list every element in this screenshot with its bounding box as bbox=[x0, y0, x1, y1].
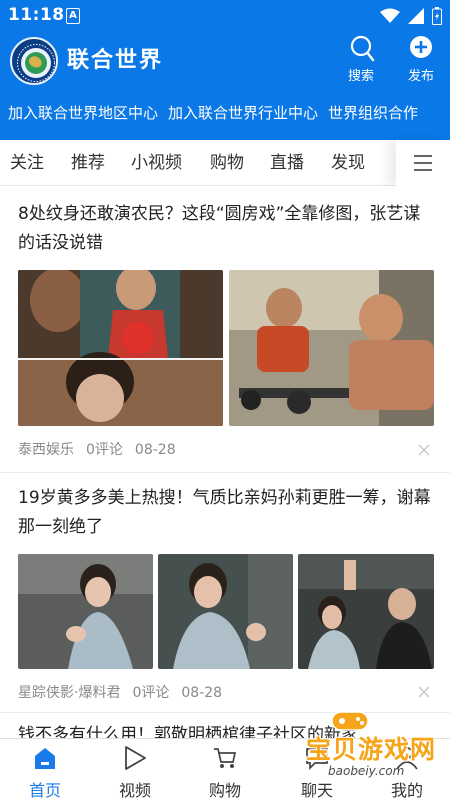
search-label: 搜索 bbox=[347, 69, 374, 84]
home-icon bbox=[35, 748, 55, 769]
nav-home[interactable]: 首页 bbox=[10, 739, 80, 800]
article-comments: 0评论 bbox=[132, 685, 170, 701]
channel-menu-button[interactable] bbox=[396, 140, 450, 186]
notification-icon: A bbox=[66, 8, 80, 24]
profile-icon bbox=[396, 747, 418, 770]
nav-shopping[interactable]: 购物 bbox=[190, 739, 260, 800]
tab-discover[interactable]: 发现 bbox=[331, 140, 365, 186]
article-image[interactable] bbox=[18, 554, 153, 669]
region-link-bar: 加入联合世界地区中心 加入联合世界行业中心 世界组织合作 bbox=[0, 96, 450, 130]
article-source[interactable]: 星踪侠影·爆料君 bbox=[18, 685, 120, 701]
nav-profile[interactable]: 我的 bbox=[372, 739, 442, 800]
bottom-navigation: 首页 视频 购物 聊天 我的 bbox=[0, 738, 450, 800]
app-logo bbox=[10, 37, 58, 85]
article-meta: 星踪侠影·爆料君 0评论 08-28 bbox=[18, 682, 234, 702]
tab-short-video[interactable]: 小视频 bbox=[131, 140, 182, 186]
article-title[interactable]: 19岁黄多多美上热搜！气质比亲妈孙莉更胜一筹，谢幕那一刻绝了 bbox=[18, 484, 434, 542]
tab-shopping[interactable]: 购物 bbox=[210, 140, 244, 186]
article-image[interactable] bbox=[229, 270, 434, 426]
app-title: 联合世界 bbox=[67, 48, 164, 73]
app-header: 11:18 A 联合世界 搜索 发布 加入联合世界地区中心 加入联合世界行业中心… bbox=[0, 0, 450, 140]
play-icon bbox=[125, 746, 146, 770]
nav-shopping-label: 购物 bbox=[208, 781, 241, 800]
nav-profile-label: 我的 bbox=[390, 781, 423, 800]
channel-tabs: 关注 推荐 小视频 购物 直播 发现 bbox=[0, 140, 450, 186]
article-comments: 0评论 bbox=[86, 442, 123, 458]
battery-icon bbox=[432, 7, 442, 25]
article-date: 08-28 bbox=[134, 442, 176, 458]
nav-video-label: 视频 bbox=[118, 781, 151, 800]
list-item[interactable]: 8处纹身还敢演农民？这段“圆房戏”全靠修图，张艺谋的话没说错 泰西娱乐 0评论 … bbox=[0, 186, 450, 472]
search-icon bbox=[350, 35, 375, 62]
close-icon[interactable] bbox=[418, 444, 430, 456]
list-item[interactable]: 钱不多有什么用！郭敬明栖棺律子社区的新家 bbox=[0, 713, 450, 738]
tab-follow[interactable]: 关注 bbox=[10, 140, 44, 186]
app-bar: 联合世界 搜索 发布 bbox=[0, 32, 450, 88]
status-bar: 11:18 A bbox=[0, 0, 450, 32]
cart-icon bbox=[214, 748, 237, 768]
close-icon[interactable] bbox=[418, 686, 430, 698]
link-region-center[interactable]: 加入联合世界地区中心 bbox=[8, 96, 158, 130]
tab-recommend[interactable]: 推荐 bbox=[71, 140, 105, 186]
article-image[interactable] bbox=[18, 270, 223, 426]
article-source[interactable]: 泰西娱乐 bbox=[18, 442, 74, 458]
article-date: 08-28 bbox=[181, 685, 223, 701]
news-feed: 8处纹身还敢演农民？这段“圆房戏”全靠修图，张艺谋的话没说错 泰西娱乐 0评论 … bbox=[0, 186, 450, 738]
status-icons bbox=[380, 7, 442, 25]
article-meta: 泰西娱乐 0评论 08-28 bbox=[18, 439, 188, 459]
publish-label: 发布 bbox=[407, 69, 434, 84]
article-image[interactable] bbox=[298, 554, 434, 669]
nav-chat-label: 聊天 bbox=[300, 781, 333, 800]
article-title[interactable]: 8处纹身还敢演农民？这段“圆房戏”全靠修图，张艺谋的话没说错 bbox=[18, 200, 434, 258]
article-title[interactable]: 钱不多有什么用！郭敬明栖棺律子社区的新家 bbox=[18, 721, 434, 738]
link-industry-center[interactable]: 加入联合世界行业中心 bbox=[168, 96, 318, 130]
wifi-icon bbox=[380, 8, 400, 23]
article-image[interactable] bbox=[158, 554, 293, 669]
nav-video[interactable]: 视频 bbox=[100, 739, 170, 800]
status-time: 11:18 bbox=[8, 5, 65, 25]
nav-home-label: 首页 bbox=[28, 781, 61, 800]
search-button[interactable]: 搜索 bbox=[339, 34, 383, 84]
list-item[interactable]: 19岁黄多多美上热搜！气质比亲妈孙莉更胜一筹，谢幕那一刻绝了 星踪侠影·爆料君 … bbox=[0, 473, 450, 713]
plus-circle-icon bbox=[410, 36, 432, 58]
chat-icon bbox=[306, 748, 328, 771]
signal-icon bbox=[408, 8, 424, 24]
tab-live[interactable]: 直播 bbox=[270, 140, 304, 186]
nav-chat[interactable]: 聊天 bbox=[282, 739, 352, 800]
link-world-org[interactable]: 世界组织合作 bbox=[328, 96, 418, 130]
publish-button[interactable]: 发布 bbox=[399, 34, 443, 84]
